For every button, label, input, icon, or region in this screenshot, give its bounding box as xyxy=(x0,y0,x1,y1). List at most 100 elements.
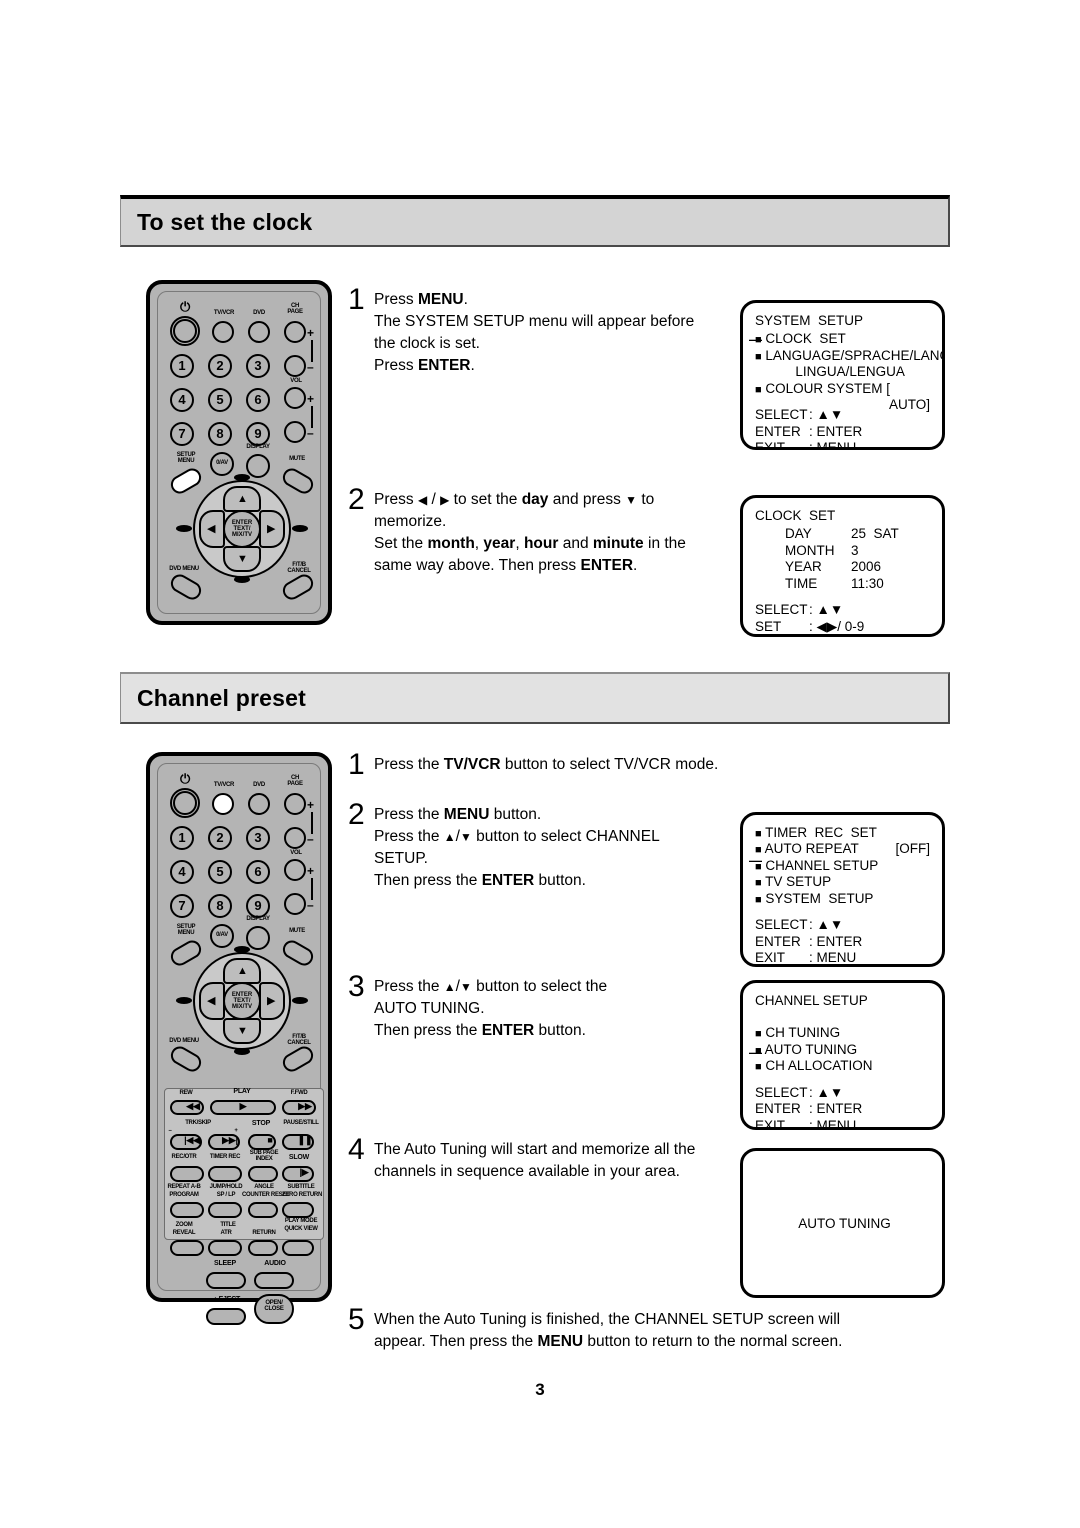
enter-button[interactable]: ENTER TEXT/MIX/TV xyxy=(223,510,261,548)
dvd-button[interactable] xyxy=(248,321,270,343)
button-label: SUB PAGE INDEX xyxy=(249,1150,279,1163)
osd-menu-item: ■ CHANNEL SETUP xyxy=(755,858,934,874)
program-button[interactable] xyxy=(170,1202,204,1218)
osd-channel-setup: CHANNEL SETUP ■ CH TUNING ■ AUTO TUNING ■ … xyxy=(740,980,945,1130)
indicator-dot xyxy=(234,474,250,481)
vol-up-button[interactable] xyxy=(284,859,306,881)
zero-return-button[interactable] xyxy=(282,1202,314,1218)
osd-field: MONTH 3 xyxy=(755,543,934,559)
step-number: 1 xyxy=(348,283,365,316)
step-line: the clock is set. xyxy=(374,335,480,352)
ch-page-down-button[interactable] xyxy=(284,355,306,377)
cursor-marker-icon: ― xyxy=(749,853,762,868)
step-text: Press the TV/VCR button to select TV/VCR… xyxy=(374,750,718,780)
step-text: Press the MENU button. Press the ▲/▼ butt… xyxy=(374,800,660,892)
osd-menu-item: ■ TIMER REC SET xyxy=(755,825,934,841)
osd-footer-sep: : xyxy=(809,423,817,439)
bullet-icon: ■ xyxy=(755,893,762,906)
osd-menu-item: ■ AUTO TUNING xyxy=(755,1042,934,1058)
eject-button[interactable] xyxy=(206,1308,246,1325)
rec-otr-button[interactable] xyxy=(170,1166,204,1182)
zero-av-label: 0/AV xyxy=(216,932,228,938)
button-label: ▲EJECT xyxy=(211,1296,241,1303)
button-label: TV/VCR xyxy=(213,310,235,316)
osd-footer-row: SELECT: ▲▼ xyxy=(755,1085,934,1101)
tvvcr-button[interactable] xyxy=(212,321,234,343)
step-line: Set the month, year, hour and minute in … xyxy=(374,535,686,552)
minus-sign: – xyxy=(307,898,314,912)
vol-down-button[interactable] xyxy=(284,893,306,915)
osd-auto-tuning: AUTO TUNING xyxy=(740,1148,945,1298)
vol-down-button[interactable] xyxy=(284,421,306,443)
return-button[interactable] xyxy=(248,1240,278,1256)
step-preset-5: 5 When the Auto Tuning is finished, the … xyxy=(348,1305,908,1353)
ch-page-up-button[interactable] xyxy=(284,793,306,815)
display-button[interactable] xyxy=(246,454,270,478)
number-label: 1 xyxy=(178,830,186,845)
osd-field-name: MONTH xyxy=(785,542,835,558)
power-button-ring xyxy=(173,791,197,815)
button-label: DISPLAY xyxy=(246,916,270,922)
dvd-button[interactable] xyxy=(248,793,270,815)
osd-footer-sep: : xyxy=(809,602,817,618)
bullet-icon: ■ xyxy=(755,877,762,890)
button-label: SETUP MENU xyxy=(176,452,196,465)
button-label: ANGLE xyxy=(254,1184,274,1190)
counter-reset-button[interactable] xyxy=(248,1202,278,1218)
number-label: 2 xyxy=(216,358,224,373)
enter-button[interactable]: ENTER TEXT/MIX/TV xyxy=(223,982,261,1020)
osd-footer-value: ENTER EXIT : MENU xyxy=(817,635,945,637)
button-label: PLAY xyxy=(233,1088,251,1095)
step-line: Press the ▲/▼ button to select the xyxy=(374,978,608,995)
ch-page-down-button[interactable] xyxy=(284,827,306,849)
step-line: memorize. xyxy=(374,513,447,530)
play-mode-quick-view-button[interactable] xyxy=(282,1240,314,1256)
osd-field-value: 2006 xyxy=(851,559,882,575)
osd-footer-sep: : xyxy=(809,407,817,423)
plus-sign: + xyxy=(307,326,315,340)
number-label: 8 xyxy=(216,426,224,441)
tvvcr-button[interactable] xyxy=(212,793,234,815)
osd-footer-value: MENU xyxy=(816,950,857,966)
glyph-stop: ■ xyxy=(267,1135,273,1145)
bullet-icon: ■ xyxy=(755,828,762,840)
bullet-icon: ■ xyxy=(755,350,762,363)
section-title: Channel preset xyxy=(137,684,306,711)
button-label: SUBTITLE xyxy=(287,1184,315,1190)
osd-item-list: ■ CH TUNING ■ AUTO TUNING ■ CH ALLOCATION xyxy=(755,1025,934,1074)
osd-footer-key: SELECT xyxy=(755,407,808,423)
timer-rec-button[interactable] xyxy=(208,1166,242,1182)
step-line: The SYSTEM SETUP menu will appear before xyxy=(374,313,695,330)
button-label: TIMER REC xyxy=(209,1154,241,1160)
step-preset-4: 4 The Auto Tuning will start and memoriz… xyxy=(348,1135,748,1183)
osd-field-value: 3 xyxy=(851,542,859,558)
dpad-left-arrow-icon: ◀ xyxy=(207,523,216,535)
osd-field-list: DAY 25 SAT MONTH 3 YEAR 2006 TIME 11:30 xyxy=(755,526,934,592)
indicator-dot xyxy=(234,946,250,953)
glyph-pause: ❚❚ xyxy=(297,1135,313,1145)
cursor-marker-icon: ― xyxy=(749,332,762,347)
number-label: 6 xyxy=(254,864,262,879)
vol-up-button[interactable] xyxy=(284,387,306,409)
glyph-trknext: ▶▶| xyxy=(222,1135,238,1145)
sleep-button[interactable] xyxy=(206,1272,246,1289)
button-label: DVD xyxy=(253,782,265,788)
osd-footer-row: EXIT: MENU xyxy=(755,1118,934,1127)
enter-button-label: MIX/TV xyxy=(231,532,252,539)
osd-footer-row: ENTER: ENTER xyxy=(755,424,934,440)
glyph-slow: |▶ xyxy=(299,1167,309,1177)
osd-item-value: AUTO] xyxy=(888,397,930,413)
ch-page-up-button[interactable] xyxy=(284,321,306,343)
audio-button[interactable] xyxy=(254,1272,294,1289)
sp-lp-button[interactable] xyxy=(208,1202,242,1218)
button-label: F/T/B CANCEL xyxy=(287,1034,311,1047)
display-button[interactable] xyxy=(246,926,270,950)
button-label: VOL xyxy=(290,378,302,384)
osd-footer-value: ENTER xyxy=(816,423,863,439)
zoom-reveal-button[interactable] xyxy=(170,1240,204,1256)
sub-page-index-button[interactable] xyxy=(248,1166,278,1182)
osd-footer-key: EXIT xyxy=(755,440,786,450)
osd-footer-key: SELECT xyxy=(755,917,808,933)
title-atr-button[interactable] xyxy=(208,1240,242,1256)
osd-field: YEAR 2006 xyxy=(755,559,934,575)
